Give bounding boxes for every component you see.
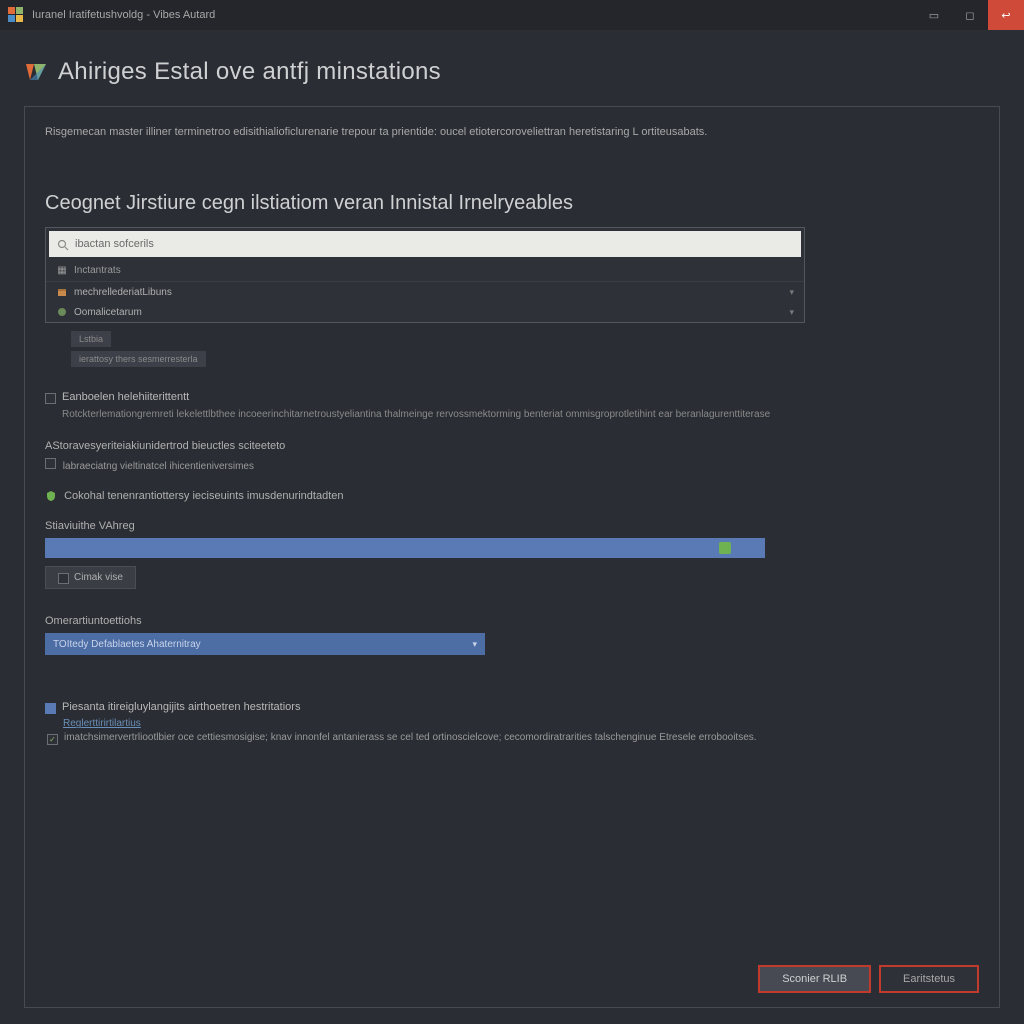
checkbox-description: Rotckterlemationgremreti lekelettlbthee … [62,408,979,422]
chevron-down-icon: ▾ [789,307,794,318]
checkbox[interactable] [58,573,69,584]
package-icon [56,286,68,298]
list-item[interactable]: Oomalicetarum ▾ [46,302,804,322]
search-placeholder: ibactan sofcerils [75,238,154,250]
dropdown-label: Omerartiuntoettiohs [45,615,979,627]
checkbox-label: Piesanta itireigluylangijits airthoetren… [62,701,300,713]
tag-badge: Lstbia [71,331,111,347]
window-title: Iuranel Iratifetushvoldg - Vibes Autard [32,9,916,21]
chevron-down-icon: ▾ [789,287,794,298]
close-button[interactable]: ↩ [988,0,1024,30]
search-icon [57,238,69,250]
note-text: imatchsimervertrliootlbier oce cettiesmo… [64,732,757,743]
listbox-header: ▦ Inctantrats [46,260,804,282]
options-dropdown[interactable]: TOItedy Defablaetes Ahaternitray ▾ [45,633,485,655]
shield-icon [45,490,57,502]
checkbox[interactable] [45,703,56,714]
page-title: Ahiriges Estal ove antfj minstations [58,58,441,86]
minimize-button[interactable]: ▭ [916,0,952,30]
checkbox[interactable] [45,393,56,404]
checkbox-label: Eanboelen helehiiterittentt [62,391,189,403]
progress-bar [45,538,765,558]
component-icon [56,306,68,318]
app-icon [8,7,24,23]
grid-icon: ▦ [56,265,68,277]
checkbox[interactable] [47,734,58,745]
section-title: Ceognet Jirstiure cegn ilstiatiom veran … [45,192,979,215]
info-line: Cokohal tenenrantiottersy ieciseuints im… [45,490,979,502]
tag-badge: ierattosy thers sesmerresterla [71,351,206,367]
cancel-button[interactable]: Earitstetus [879,965,979,993]
action-button[interactable]: Cimak vise [45,566,136,589]
chevron-down-icon: ▾ [472,639,477,650]
details-link[interactable]: Reglerttirirtilartius [63,718,979,729]
search-input[interactable]: ibactan sofcerils [49,231,801,257]
maximize-button[interactable]: ◻ [952,0,988,30]
main-panel: Risgemecan master illiner terminetroo ed… [24,106,1000,1008]
confirm-button[interactable]: Sconier RLIB [758,965,871,993]
panel-description: Risgemecan master illiner terminetroo ed… [45,125,979,140]
checkbox[interactable] [45,458,56,469]
list-item[interactable]: mechrellederiatLibuns ▾ [46,282,804,302]
progress-indicator-icon [719,542,731,554]
info-line: AStoravesyeriteiakiunidertrod bieuctles … [45,440,979,452]
info-subline: labraeciatng vieltinatcel ihicentieniver… [45,456,979,472]
progress-label: Stiaviuithe VAhreg [45,520,979,532]
components-listbox: ibactan sofcerils ▦ Inctantrats mechrell… [45,227,805,323]
page-icon [24,60,48,84]
